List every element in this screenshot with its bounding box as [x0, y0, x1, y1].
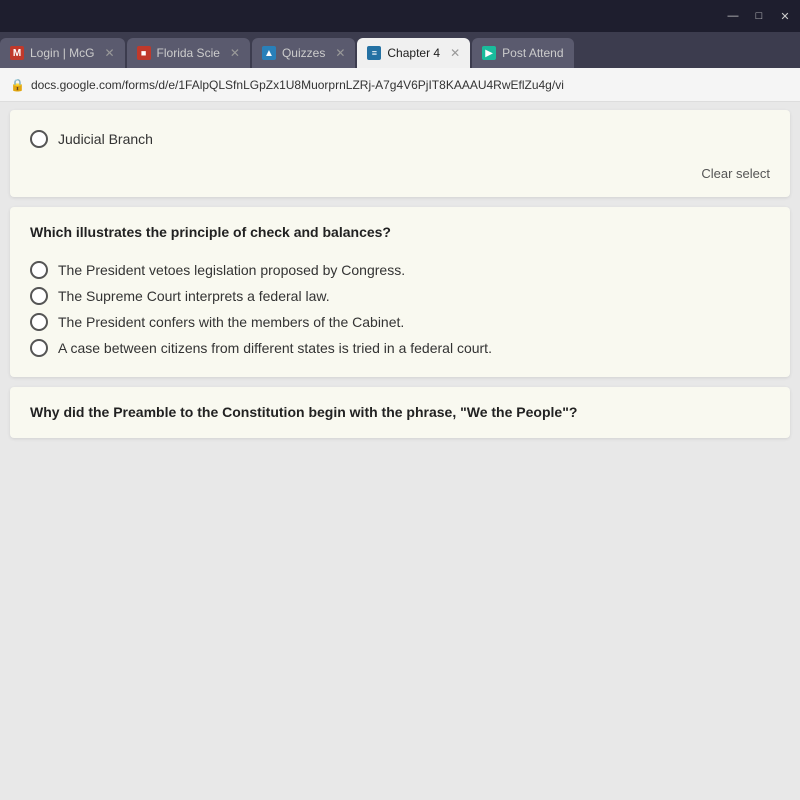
radio-circle-3[interactable]	[30, 313, 48, 331]
tab-close-quizzes[interactable]: ✕	[335, 46, 345, 60]
question-preamble: Why did the Preamble to the Constitution…	[30, 403, 770, 423]
second-card: Which illustrates the principle of check…	[10, 207, 790, 377]
tab-label-chapter4: Chapter 4	[387, 46, 440, 60]
tab-icon-mcg: M	[10, 46, 24, 60]
url-display[interactable]: docs.google.com/forms/d/e/1FAlpQLSfnLGpZ…	[31, 78, 790, 92]
title-bar: — □ ✕	[0, 0, 800, 32]
tab-quizzes[interactable]: ▲ Quizzes ✕	[252, 38, 355, 68]
clear-selection[interactable]: Clear select	[30, 160, 770, 181]
radio-option-2[interactable]: The Supreme Court interprets a federal l…	[30, 283, 770, 309]
tab-florida[interactable]: ■ Florida Scie ✕	[127, 38, 250, 68]
lock-icon: 🔒	[10, 78, 25, 92]
radio-circle-judicial[interactable]	[30, 130, 48, 148]
tab-chapter4[interactable]: ≡ Chapter 4 ✕	[357, 38, 470, 68]
radio-option-4[interactable]: A case between citizens from different s…	[30, 335, 770, 361]
tab-close-mcg[interactable]: ✕	[104, 46, 114, 60]
tab-icon-post: ▶	[482, 46, 496, 60]
question-checks-balances: Which illustrates the principle of check…	[30, 223, 770, 243]
tab-close-chapter4[interactable]: ✕	[450, 46, 460, 60]
tab-close-florida[interactable]: ✕	[230, 46, 240, 60]
tab-label-mcg: Login | McG	[30, 46, 94, 60]
page-content: Judicial Branch Clear select Which illus…	[0, 102, 800, 800]
first-card: Judicial Branch Clear select	[10, 110, 790, 197]
tab-label-florida: Florida Scie	[157, 46, 220, 60]
third-card: Why did the Preamble to the Constitution…	[10, 387, 790, 439]
radio-label-4: A case between citizens from different s…	[58, 340, 492, 356]
radio-option-judicial[interactable]: Judicial Branch	[30, 126, 770, 152]
radio-option-1[interactable]: The President vetoes legislation propose…	[30, 257, 770, 283]
radio-circle-2[interactable]	[30, 287, 48, 305]
radio-label-2: The Supreme Court interprets a federal l…	[58, 288, 330, 304]
tab-icon-chapter4: ≡	[367, 46, 381, 60]
address-bar: 🔒 docs.google.com/forms/d/e/1FAlpQLSfnLG…	[0, 68, 800, 102]
radio-option-3[interactable]: The President confers with the members o…	[30, 309, 770, 335]
close-button[interactable]: ✕	[778, 9, 792, 23]
radio-circle-4[interactable]	[30, 339, 48, 357]
radio-label-judicial: Judicial Branch	[58, 131, 153, 147]
tab-post[interactable]: ▶ Post Attend	[472, 38, 573, 68]
radio-circle-1[interactable]	[30, 261, 48, 279]
tab-label-quizzes: Quizzes	[282, 46, 325, 60]
tab-icon-florida: ■	[137, 46, 151, 60]
restore-button[interactable]: □	[752, 9, 766, 23]
minimize-button[interactable]: —	[726, 9, 740, 23]
tab-label-post: Post Attend	[502, 46, 563, 60]
radio-label-1: The President vetoes legislation propose…	[58, 262, 405, 278]
tab-mcg[interactable]: M Login | McG ✕	[0, 38, 125, 68]
tab-icon-quizzes: ▲	[262, 46, 276, 60]
radio-label-3: The President confers with the members o…	[58, 314, 404, 330]
tab-bar: M Login | McG ✕ ■ Florida Scie ✕ ▲ Quizz…	[0, 32, 800, 68]
